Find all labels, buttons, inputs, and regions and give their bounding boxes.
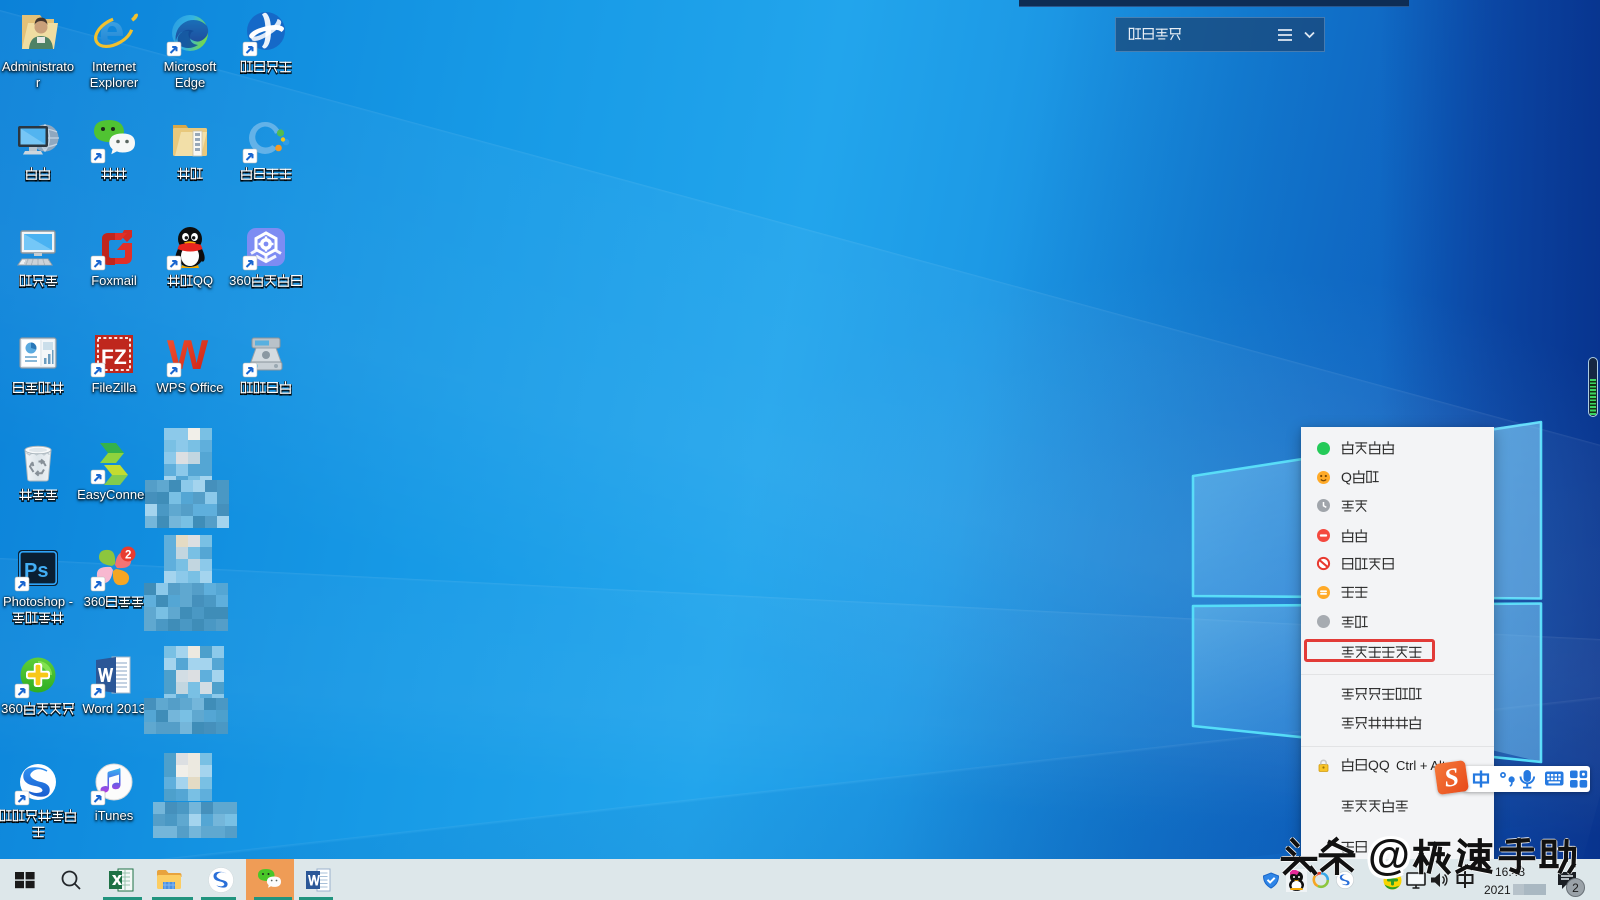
svg-text:e: e	[99, 9, 125, 57]
svg-text:2: 2	[125, 550, 131, 562]
